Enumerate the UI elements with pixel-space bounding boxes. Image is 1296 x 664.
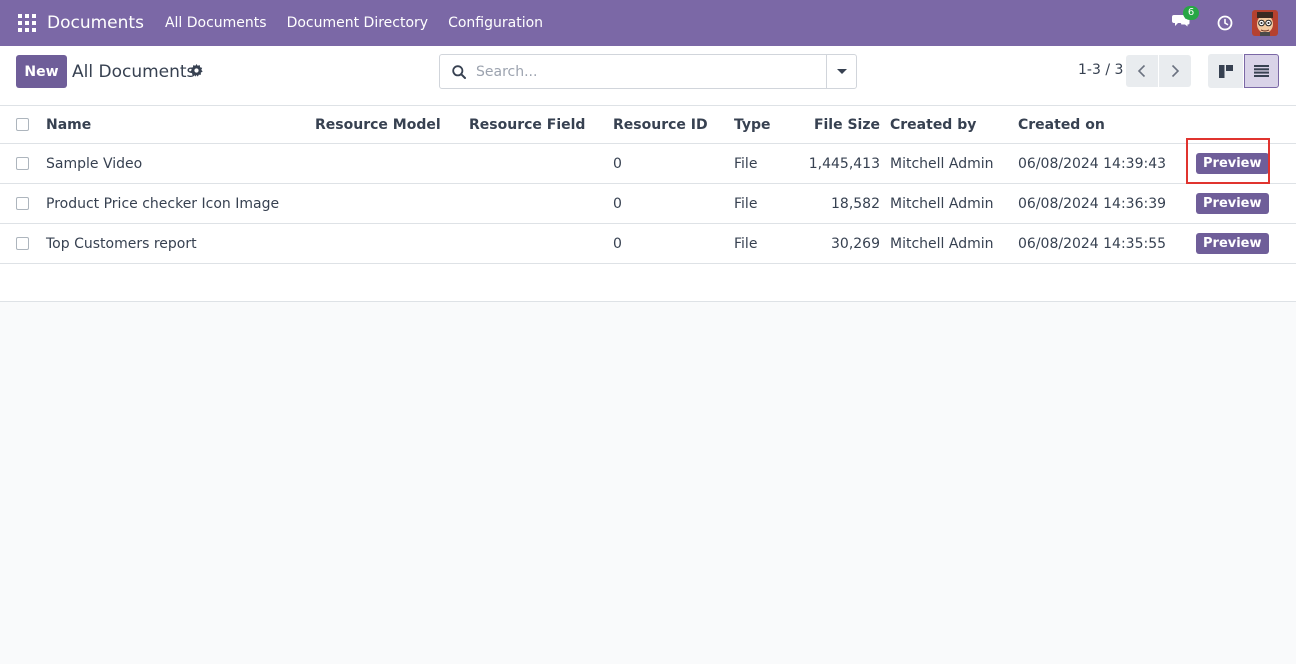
row-checkbox[interactable]	[16, 237, 29, 250]
col-header-type[interactable]: Type	[734, 106, 771, 143]
cell-resource-id: 0	[613, 235, 622, 252]
cell-created-by: Mitchell Admin	[890, 155, 994, 172]
col-header-name[interactable]: Name	[46, 106, 91, 143]
clock-icon[interactable]	[1217, 15, 1233, 31]
row-select-cell	[16, 224, 29, 263]
menu-configuration[interactable]: Configuration	[448, 15, 543, 31]
cell-name: Sample Video	[46, 155, 143, 172]
search-options-toggle[interactable]	[826, 55, 856, 88]
table-header: Name Resource Model Resource Field Resou…	[0, 106, 1296, 144]
col-header-resource-id[interactable]: Resource ID	[613, 106, 708, 143]
menu-all-documents[interactable]: All Documents	[165, 15, 267, 31]
col-header-resource-field[interactable]: Resource Field	[469, 106, 585, 143]
pager-next-button[interactable]	[1159, 55, 1191, 87]
preview-button[interactable]: Preview	[1196, 233, 1269, 254]
cell-type: File	[734, 235, 758, 252]
gear-icon[interactable]	[190, 64, 203, 77]
cell-type: File	[734, 155, 758, 172]
cell-resource-id: 0	[613, 195, 622, 212]
app-brand[interactable]: Documents	[47, 13, 144, 33]
control-panel: New All Documents 1-3 / 3	[0, 46, 1296, 106]
cell-action: Preview	[1196, 144, 1269, 183]
col-header-created-by[interactable]: Created by	[890, 106, 976, 143]
kanban-view-button[interactable]	[1208, 54, 1243, 88]
cell-created-on: 06/08/2024 14:39:43	[1018, 155, 1167, 172]
col-header-file-size[interactable]: File Size	[800, 106, 880, 143]
cell-created-by: Mitchell Admin	[890, 235, 994, 252]
list-view-button[interactable]	[1244, 54, 1279, 88]
select-all-checkbox[interactable]	[16, 118, 29, 131]
col-header-resource-model[interactable]: Resource Model	[315, 106, 441, 143]
search-input[interactable]	[476, 61, 816, 83]
table-row[interactable]: Top Customers report 0 File 30,269 Mitch…	[0, 224, 1296, 264]
row-select-cell	[16, 144, 29, 183]
preview-button[interactable]: Preview	[1196, 193, 1269, 214]
pager-value[interactable]: 1-3 / 3	[1078, 62, 1123, 78]
list-icon	[1254, 65, 1269, 77]
cell-file-size: 18,582	[831, 195, 880, 212]
cell-created-by: Mitchell Admin	[890, 195, 994, 212]
documents-table: Name Resource Model Resource Field Resou…	[0, 106, 1296, 302]
table-row[interactable]: Product Price checker Icon Image 0 File …	[0, 184, 1296, 224]
apps-grid-icon[interactable]	[18, 14, 36, 32]
col-header-created-on[interactable]: Created on	[1018, 106, 1105, 143]
new-button[interactable]: New	[16, 55, 67, 88]
search-icon	[452, 65, 466, 79]
user-avatar[interactable]	[1252, 10, 1278, 36]
preview-button[interactable]: Preview	[1196, 153, 1269, 174]
cell-resource-id: 0	[613, 155, 622, 172]
cell-file-size: 1,445,413	[808, 155, 880, 172]
search-bar	[439, 54, 857, 89]
chevron-left-icon	[1137, 64, 1146, 78]
select-all-cell	[16, 106, 29, 143]
kanban-icon	[1218, 64, 1233, 78]
top-navbar: Documents All Documents Document Directo…	[0, 0, 1296, 46]
page-title: All Documents	[72, 62, 196, 82]
row-checkbox[interactable]	[16, 197, 29, 210]
chat-icon[interactable]: 6	[1172, 6, 1199, 33]
cell-action: Preview	[1196, 184, 1269, 223]
cell-file-size: 30,269	[831, 235, 880, 252]
menu-document-directory[interactable]: Document Directory	[287, 15, 429, 31]
chat-badge: 6	[1183, 6, 1199, 20]
cell-action: Preview	[1196, 224, 1269, 263]
cell-type: File	[734, 195, 758, 212]
cell-name: Top Customers report	[46, 235, 197, 252]
cell-created-on: 06/08/2024 14:35:55	[1018, 235, 1167, 252]
navbar-systray: 6	[1172, 0, 1278, 46]
table-row[interactable]: Sample Video 0 File 1,445,413 Mitchell A…	[0, 144, 1296, 184]
chevron-right-icon	[1171, 64, 1180, 78]
pager-previous-button[interactable]	[1126, 55, 1158, 87]
row-select-cell	[16, 184, 29, 223]
cell-created-on: 06/08/2024 14:36:39	[1018, 195, 1167, 212]
row-checkbox[interactable]	[16, 157, 29, 170]
cell-name: Product Price checker Icon Image	[46, 195, 280, 212]
caret-down-icon	[836, 69, 847, 74]
